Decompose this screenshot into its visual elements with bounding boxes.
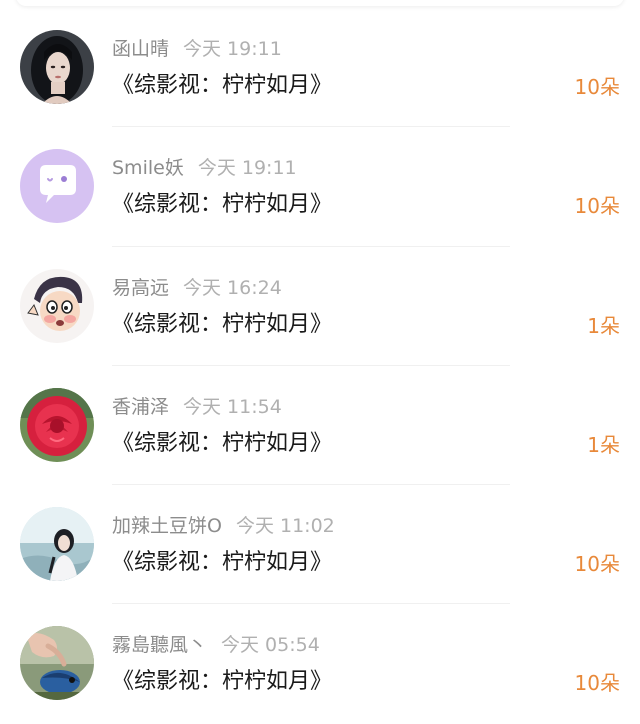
list-item[interactable]: 加辣土豆饼O 今天 11:02 《综影视：柠柠如月》 10朵 [0,485,640,605]
book-title[interactable]: 《综影视：柠柠如月》 [112,72,332,100]
gift-count: 10朵 [574,552,620,577]
list-item[interactable]: 香浦泽 今天 11:54 《综影视：柠柠如月》 1朵 [0,366,640,486]
timestamp: 今天 11:02 [235,515,335,538]
timestamp: 今天 05:54 [221,634,320,657]
timestamp: 今天 19:11 [183,38,282,60]
dark-hair-portrait-avatar-icon [20,30,94,104]
gift-count: 10朵 [574,671,620,696]
avatar[interactable] [20,387,94,462]
list-item[interactable]: 函山晴 今天 19:11 《综影视：柠柠如月》 10朵 [0,8,640,128]
list-item[interactable]: Smile妖 今天 19:11 《综影视：柠柠如月》 10朵 [0,127,640,247]
user-name[interactable]: 函山晴 [112,38,169,60]
timestamp: 今天 11:54 [183,395,282,418]
book-title[interactable]: 《综影视：柠柠如月》 [112,311,332,339]
user-name[interactable]: 霧島聽風丶 [112,634,207,656]
timestamp: 今天 16:24 [183,276,282,299]
top-card-edge [16,0,624,6]
gift-count: 10朵 [574,194,620,219]
purple-chat-bubble-avatar-icon [20,149,94,224]
red-rose-avatar-icon [20,387,94,462]
hand-bird-photo-avatar-icon [20,626,94,701]
book-title[interactable]: 《综影视：柠柠如月》 [112,191,332,219]
gift-count: 10朵 [574,75,620,99]
gift-list-page: 函山晴 今天 19:11 《综影视：柠柠如月》 10朵 Smile妖 今天 19:1… [0,0,640,724]
list-item[interactable]: 易高远 今天 16:24 《综影视：柠柠如月》 1朵 [0,247,640,366]
book-title[interactable]: 《综影视：柠柠如月》 [112,430,332,458]
avatar[interactable] [20,30,94,104]
avatar[interactable] [20,149,94,224]
book-title[interactable]: 《综影视：柠柠如月》 [112,668,332,696]
avatar[interactable] [20,507,94,582]
user-name[interactable]: 加辣土豆饼O [112,515,222,537]
user-name[interactable]: Smile妖 [112,157,184,179]
avatar[interactable] [20,626,94,701]
gift-count: 1朵 [587,313,620,338]
timestamp: 今天 19:11 [197,157,297,180]
girl-photo-avatar-icon [20,507,94,582]
user-name[interactable]: 香浦泽 [112,396,169,418]
user-name[interactable]: 易高远 [112,277,169,299]
list-item[interactable]: 霧島聽風丶 今天 05:54 《综影视：柠柠如月》 10朵 [0,604,640,723]
cartoon-face-avatar-icon [20,268,94,343]
gift-record-list: 函山晴 今天 19:11 《综影视：柠柠如月》 10朵 Smile妖 今天 19:1… [0,8,640,724]
avatar[interactable] [20,268,94,343]
book-title[interactable]: 《综影视：柠柠如月》 [112,549,332,577]
gift-count: 1朵 [587,432,620,457]
